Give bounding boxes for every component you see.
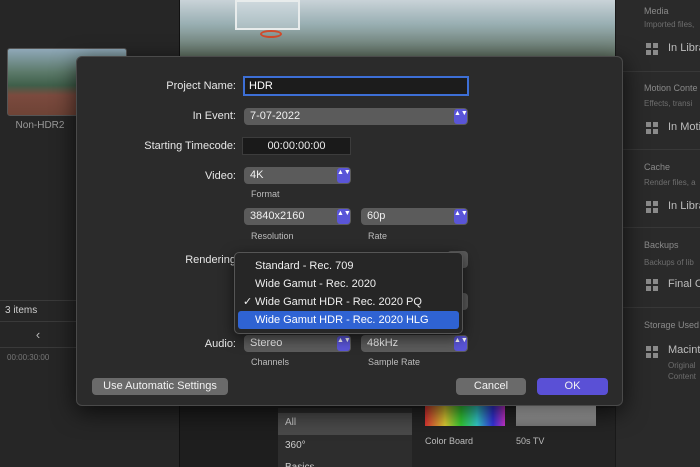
section-title: Motion Conte — [644, 83, 698, 93]
back-chevron-icon[interactable]: ‹ — [0, 322, 76, 348]
section-title: Cache — [644, 162, 671, 172]
menu-item-label: Standard - Rec. 709 — [255, 260, 354, 272]
storage-detail: Original — [668, 361, 696, 370]
video-label: Video: — [205, 170, 236, 182]
in-event-label: In Event: — [192, 110, 236, 122]
menu-item-label: Wide Gamut HDR - Rec. 2020 PQ — [255, 296, 422, 308]
media-section: Media Imported files, In Libra — [616, 0, 700, 72]
checkmark-icon: ✓ — [243, 296, 253, 308]
effects-browser: All 360° Basics Color Board 50s TV — [278, 402, 615, 467]
section-subtitle: Backups of lib — [644, 258, 694, 267]
timeline-timecode: 00:00:30:00 — [7, 353, 50, 362]
basketball-hoop-image — [260, 30, 282, 38]
color-space-menu: Standard - Rec. 709 Wide Gamut - Rec. 20… — [234, 252, 463, 334]
viewer-frame — [180, 0, 615, 58]
drive-name: Macinto — [668, 344, 700, 356]
grid-icon — [646, 279, 658, 291]
section-subtitle: Render files, a — [644, 178, 696, 187]
items-count: 3 items — [0, 300, 76, 322]
new-project-dialog: Project Name: In Event: 7-07-2022 ▲▼ Sta… — [76, 56, 623, 406]
channels-popup[interactable]: Stereo ▲▼ — [244, 335, 351, 352]
menu-item-label: Wide Gamut HDR - Rec. 2020 HLG — [255, 314, 429, 326]
project-name-field[interactable] — [243, 76, 469, 96]
resolution-popup[interactable]: 3840x2160 ▲▼ — [244, 208, 351, 225]
rendering-label: Rendering — [185, 254, 236, 266]
menu-item-wide-gamut-rec2020[interactable]: Wide Gamut - Rec. 2020 — [238, 275, 459, 293]
format-value: 4K — [250, 169, 264, 181]
event-popup[interactable]: 7-07-2022 ▲▼ — [244, 108, 468, 125]
format-popup[interactable]: 4K ▲▼ — [244, 167, 351, 184]
ok-button[interactable]: OK — [537, 378, 608, 395]
library-properties-panel: Media Imported files, In Libra Motion Co… — [615, 0, 700, 467]
audio-label: Audio: — [204, 338, 236, 350]
effect-label: Color Board — [425, 436, 474, 446]
clip-label: Non-HDR2 — [15, 120, 65, 131]
category-item[interactable]: Basics — [278, 458, 412, 467]
grid-icon — [646, 201, 658, 213]
basketball-backboard-image — [235, 0, 300, 30]
storage-detail: Content — [668, 372, 697, 381]
section-subtitle: Effects, transi — [644, 99, 693, 108]
category-item[interactable]: All — [278, 413, 412, 435]
channels-value: Stereo — [250, 337, 283, 349]
use-automatic-settings-button[interactable]: Use Automatic Settings — [92, 378, 228, 395]
chevron-up-down-icon: ▲▼ — [337, 336, 351, 351]
starting-timecode-label: Starting Timecode: — [144, 140, 236, 152]
storage-used-section: Storage Used Macinto Original Content — [616, 308, 700, 467]
backups-section: Backups Backups of lib Final C — [616, 228, 700, 308]
storage-location[interactable]: In Libra — [668, 42, 700, 54]
menu-item-label: Wide Gamut - Rec. 2020 — [255, 278, 377, 290]
starting-timecode-field[interactable]: 00:00:00:00 — [242, 137, 351, 155]
chevron-up-down-icon: ▲▼ — [337, 168, 351, 183]
category-list: All 360° Basics — [278, 408, 412, 467]
menu-item-wide-gamut-hdr-pq[interactable]: ✓ Wide Gamut HDR - Rec. 2020 PQ — [238, 293, 459, 311]
category-item[interactable]: 360° — [278, 436, 412, 458]
resolution-caption: Resolution — [251, 231, 294, 241]
section-title: Storage Used — [644, 320, 700, 330]
event-value: 7-07-2022 — [250, 110, 301, 122]
section-title: Media — [644, 6, 669, 16]
storage-location[interactable]: In Libra — [668, 200, 700, 212]
chevron-up-down-icon: ▲▼ — [337, 209, 351, 224]
grid-icon — [646, 43, 658, 55]
section-title: Backups — [644, 240, 679, 250]
sample-rate-popup[interactable]: 48kHz ▲▼ — [361, 335, 468, 352]
chevron-up-down-icon: ▲▼ — [454, 336, 468, 351]
sample-rate-value: 48kHz — [367, 337, 399, 349]
storage-location[interactable]: Final C — [668, 278, 700, 290]
chevron-up-down-icon: ▲▼ — [454, 109, 468, 124]
rate-caption: Rate — [368, 231, 388, 241]
chevron-up-down-icon: ▲▼ — [454, 209, 468, 224]
format-caption: Format — [251, 189, 280, 199]
menu-item-standard-rec709[interactable]: Standard - Rec. 709 — [238, 257, 459, 275]
section-subtitle: Imported files, — [644, 20, 695, 29]
grid-icon — [646, 122, 658, 134]
rate-value: 60p — [367, 210, 386, 222]
rate-popup[interactable]: 60p ▲▼ — [361, 208, 468, 225]
storage-location[interactable]: In Motio — [668, 121, 700, 133]
menu-item-wide-gamut-hdr-hlg[interactable]: Wide Gamut HDR - Rec. 2020 HLG — [238, 311, 459, 329]
cancel-button[interactable]: Cancel — [456, 378, 526, 395]
sample-rate-caption: Sample Rate — [368, 357, 421, 367]
cache-section: Cache Render files, a In Libra — [616, 150, 700, 228]
effect-label: 50s TV — [516, 436, 545, 446]
project-name-label: Project Name: — [166, 80, 236, 92]
drive-icon — [646, 346, 658, 358]
motion-content-section: Motion Conte Effects, transi In Motio — [616, 72, 700, 150]
resolution-value: 3840x2160 — [250, 210, 305, 222]
channels-caption: Channels — [251, 357, 290, 367]
